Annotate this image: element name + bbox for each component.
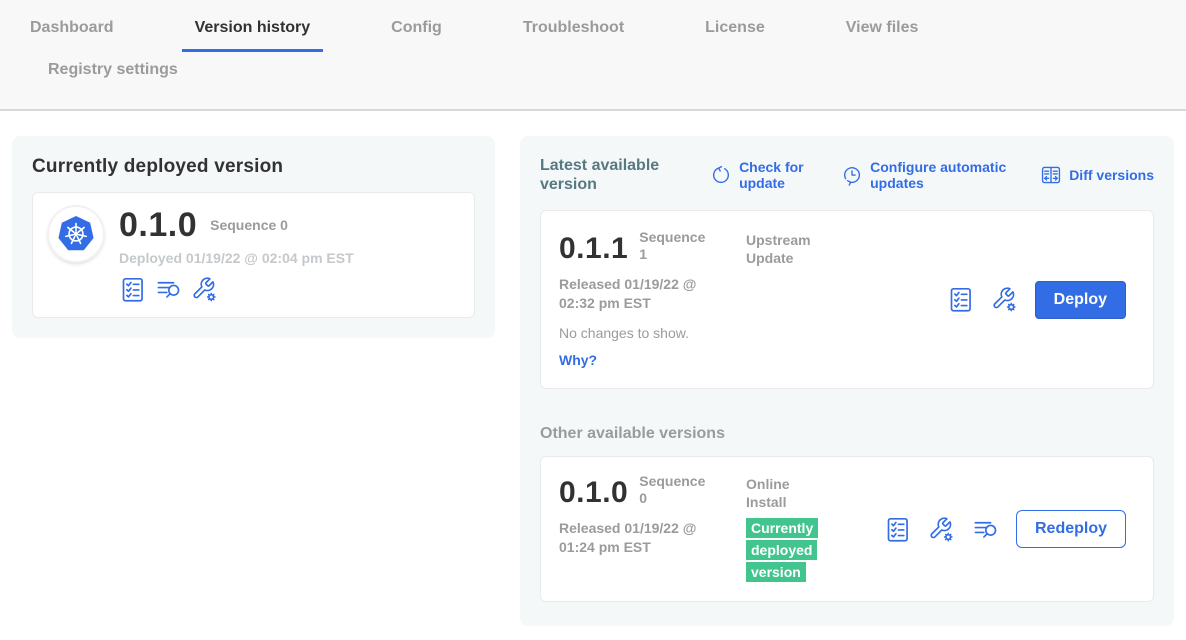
sequence-label: Sequence 0 — [639, 473, 709, 507]
nav-primary-row: Dashboard Version history Config Trouble… — [0, 18, 1186, 52]
version-row: 0.1.0 Sequence 0 — [119, 207, 354, 243]
refresh-icon — [710, 164, 732, 186]
deployed-card-body: 0.1.0 Sequence 0 Deployed 01/19/22 @ 02:… — [119, 207, 354, 303]
redeploy-button[interactable]: Redeploy — [1016, 510, 1126, 548]
check-for-update-link[interactable]: Check for update — [710, 159, 811, 191]
tab-config[interactable]: Config — [378, 18, 455, 52]
tab-troubleshoot[interactable]: Troubleshoot — [510, 18, 637, 52]
version-source-label: Online Install — [746, 475, 808, 511]
deployed-card-actions — [119, 276, 354, 303]
top-nav: Dashboard Version history Config Trouble… — [0, 0, 1186, 111]
latest-available-header: Latest available version Check for updat… — [540, 156, 1154, 194]
deployed-timestamp: Deployed 01/19/22 @ 02:04 pm EST — [119, 250, 354, 266]
latest-card-actions: Deploy — [947, 281, 1126, 319]
configure-auto-updates-label: Configure automatic updates — [870, 159, 1010, 191]
config-wrench-icon[interactable] — [191, 276, 218, 303]
sequence-label: Sequence 1 — [639, 229, 709, 263]
released-timestamp: Released 01/19/22 @ 01:24 pm EST — [559, 519, 723, 557]
deployed-version-card: 0.1.0 Sequence 0 Deployed 01/19/22 @ 02:… — [32, 192, 475, 318]
currently-deployed-panel: Currently deployed version 0.1.0 Sequenc… — [12, 136, 495, 338]
deploy-logs-icon[interactable] — [972, 516, 999, 543]
check-for-update-label: Check for update — [739, 159, 811, 191]
config-wrench-icon[interactable] — [991, 286, 1018, 313]
latest-available-panel: Latest available version Check for updat… — [520, 136, 1174, 626]
no-changes-text: No changes to show. — [559, 325, 746, 342]
other-card-actions: Redeploy — [884, 510, 1126, 548]
preflight-checklist-icon[interactable] — [947, 286, 974, 313]
app-logo — [49, 207, 103, 261]
auto-update-icon — [841, 164, 863, 186]
configure-auto-updates-link[interactable]: Configure automatic updates — [841, 159, 1010, 191]
page-content: Currently deployed version 0.1.0 Sequenc… — [0, 111, 1186, 626]
latest-version-card: 0.1.1 Sequence 1 Released 01/19/22 @ 02:… — [540, 210, 1154, 389]
tab-version-history[interactable]: Version history — [182, 18, 324, 52]
tab-dashboard[interactable]: Dashboard — [17, 18, 127, 52]
version-label: 0.1.0 — [119, 207, 197, 243]
tab-registry-settings[interactable]: Registry settings — [35, 60, 191, 94]
version-label: 0.1.1 — [559, 231, 628, 267]
other-card-info: 0.1.0 Sequence 0 Released 01/19/22 @ 01:… — [559, 475, 746, 583]
version-source-label: Upstream Update — [746, 231, 836, 368]
currently-deployed-badge-wrap: Currently deployed version — [746, 517, 818, 583]
tab-license[interactable]: License — [692, 18, 778, 52]
latest-card-info: 0.1.1 Sequence 1 Released 01/19/22 @ 02:… — [559, 231, 746, 368]
latest-available-title: Latest available version — [540, 156, 680, 194]
diff-versions-link[interactable]: Diff versions — [1040, 164, 1154, 186]
released-timestamp: Released 01/19/22 @ 02:32 pm EST — [559, 275, 723, 313]
kubernetes-logo-icon — [57, 215, 95, 253]
other-version-card: 0.1.0 Sequence 0 Released 01/19/22 @ 01:… — [540, 456, 1154, 602]
other-card-middle: Online Install Currently deployed versio… — [746, 475, 818, 583]
version-row: 0.1.0 Sequence 0 — [559, 475, 746, 511]
deploy-button[interactable]: Deploy — [1035, 281, 1126, 319]
currently-deployed-title: Currently deployed version — [32, 156, 475, 178]
nav-secondary-row: Registry settings — [0, 52, 1186, 109]
tab-view-files[interactable]: View files — [833, 18, 932, 52]
why-link[interactable]: Why? — [559, 352, 746, 368]
other-versions-title: Other available versions — [540, 425, 1154, 443]
sequence-label: Sequence 0 — [210, 217, 288, 234]
diff-versions-label: Diff versions — [1069, 167, 1154, 183]
version-row: 0.1.1 Sequence 1 — [559, 231, 746, 267]
version-label: 0.1.0 — [559, 475, 628, 511]
diff-icon — [1040, 164, 1062, 186]
currently-deployed-badge: Currently deployed version — [746, 518, 818, 582]
config-wrench-icon[interactable] — [928, 516, 955, 543]
preflight-checklist-icon[interactable] — [119, 276, 146, 303]
preflight-checklist-icon[interactable] — [884, 516, 911, 543]
deploy-logs-icon[interactable] — [155, 276, 182, 303]
